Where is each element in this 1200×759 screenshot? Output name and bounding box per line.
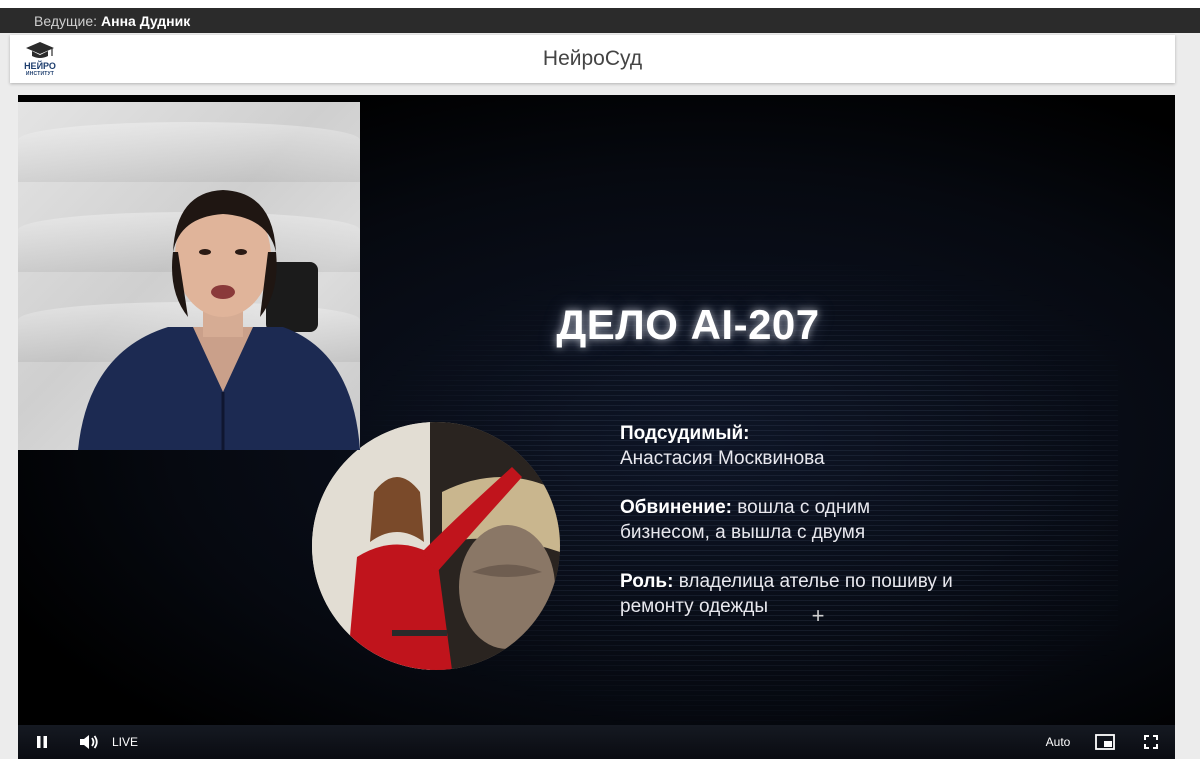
presenter-webcam	[18, 102, 360, 450]
page-top-strip	[0, 0, 1200, 8]
role-text-line-1: владелица ателье по пошиву и	[678, 571, 953, 592]
page-header: НЕЙРО ИНСТИТУТ НейроСуд	[10, 35, 1175, 83]
pip-button[interactable]	[1092, 725, 1118, 759]
charge-text-line-1: вошла с одним	[737, 497, 871, 518]
volume-button[interactable]	[76, 725, 102, 759]
defendant-photo	[312, 422, 560, 670]
volume-icon	[80, 735, 98, 749]
picture-in-picture-icon	[1095, 734, 1115, 750]
defendant-photo-illustration	[312, 422, 560, 670]
role-label: Роль:	[620, 571, 674, 592]
crosshair-cursor: +	[811, 603, 825, 628]
charge-label: Обвинение:	[620, 497, 732, 518]
live-indicator[interactable]: LIVE	[110, 725, 140, 759]
graduation-cap-icon	[26, 42, 54, 58]
host-bar: Ведущие: Анна Дудник	[0, 8, 1200, 33]
logo-text-main: НЕЙРО	[24, 61, 56, 71]
player-controls: LIVE Auto	[18, 725, 1175, 759]
role-block: Роль: владелица ателье по пошиву и ремон…	[620, 569, 953, 619]
defendant-name: Анастасия Москвинова	[620, 448, 825, 469]
fullscreen-button[interactable]	[1139, 725, 1163, 759]
defendant-label: Подсудимый:	[620, 423, 750, 444]
fullscreen-icon	[1144, 735, 1158, 749]
page-title: НейроСуд	[542, 47, 643, 70]
video-player[interactable]: ДЕЛО AI-207 Подсудимый: Анастасия Москви…	[18, 95, 1175, 759]
logo[interactable]: НЕЙРО ИНСТИТУТ	[14, 39, 66, 79]
logo-text-sub: ИНСТИТУТ	[25, 71, 55, 77]
charge-text-line-2: бизнесом, а вышла с двумя	[620, 522, 866, 543]
pause-icon	[37, 736, 47, 748]
host-label: Ведущие:	[34, 12, 97, 29]
role-text-line-2: ремонту одежды	[620, 596, 768, 617]
host-name: Анна Дудник	[101, 12, 191, 29]
defendant-block: Подсудимый: Анастасия Москвинова	[620, 421, 825, 471]
case-title: ДЕЛО AI-207	[556, 301, 820, 348]
pause-button[interactable]	[30, 725, 54, 759]
presenter-illustration	[78, 190, 360, 450]
charge-block: Обвинение: вошла с одним бизнесом, а выш…	[620, 495, 870, 545]
quality-selector[interactable]: Auto	[1042, 725, 1074, 759]
